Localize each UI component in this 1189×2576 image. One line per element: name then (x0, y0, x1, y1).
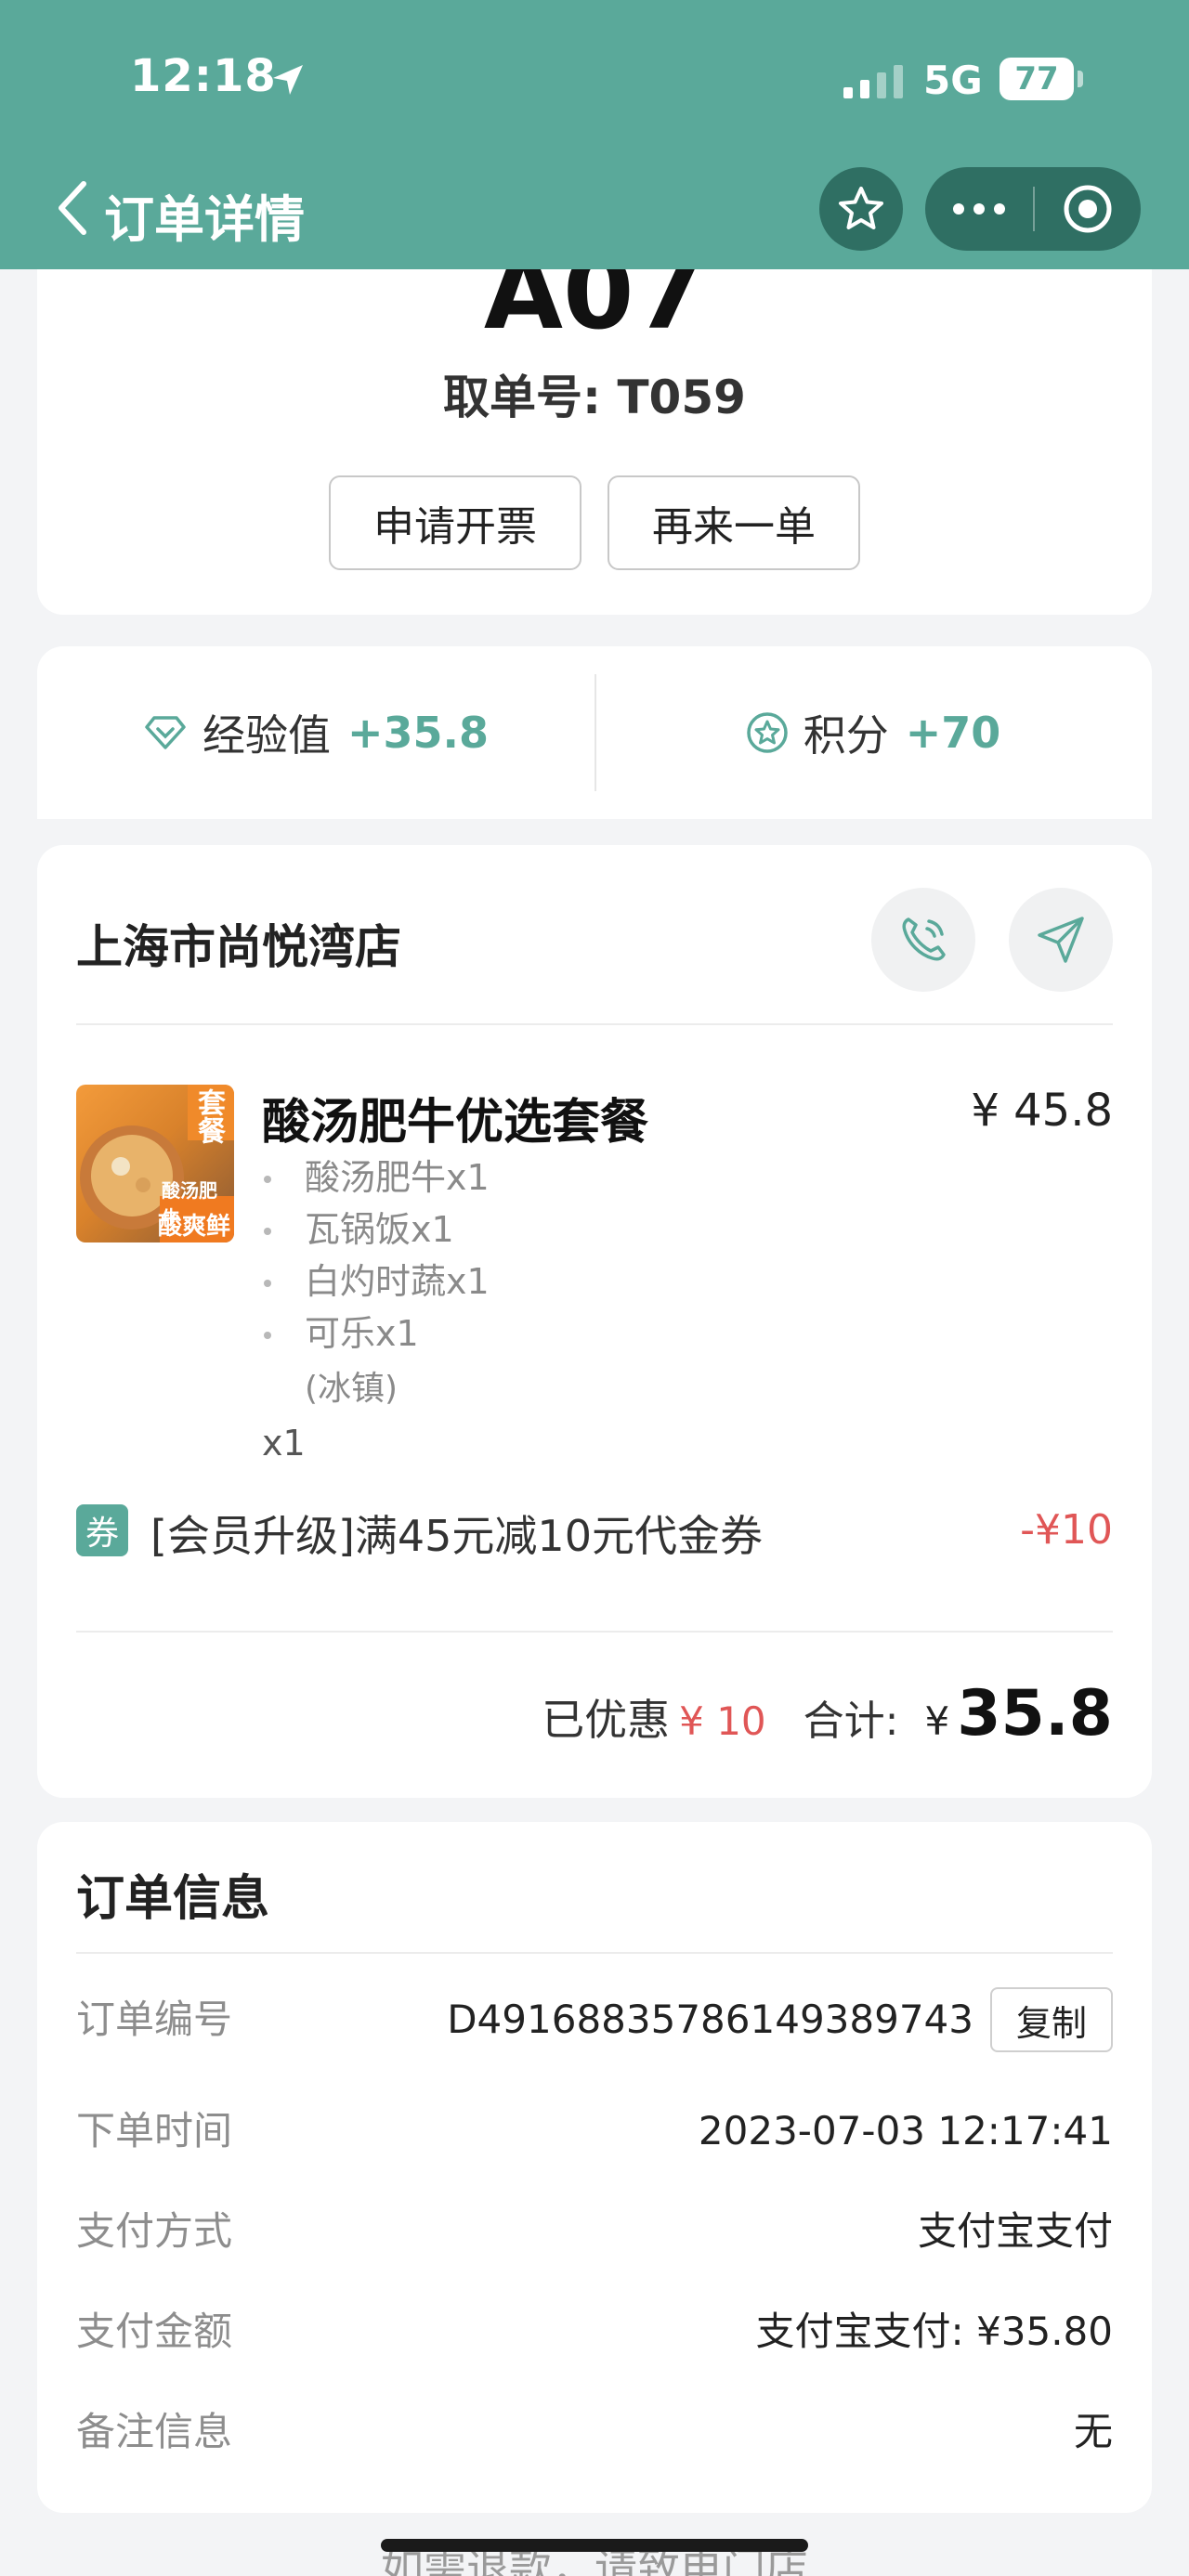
item-price: ¥ 45.8 (971, 1085, 1113, 1137)
divider (76, 1952, 1113, 1954)
item-image: 套餐 酸汤肥牛 酸爽鲜 (76, 1085, 234, 1242)
pickup-number: 取单号: T059 (443, 371, 746, 424)
sub-item: 白灼时蔬x1 (262, 1255, 490, 1308)
payment-amount-value: 支付宝支付: ¥35.80 (755, 2309, 1113, 2354)
discount-label: 已优惠 (542, 1695, 671, 1745)
favorite-button[interactable] (819, 167, 903, 251)
divider (76, 1023, 1113, 1025)
score-points: 积分 +70 (594, 646, 1152, 819)
star-icon (839, 187, 883, 229)
battery-tip (1078, 71, 1083, 87)
page-title: 订单详情 (104, 190, 305, 249)
location-arrow-icon (273, 65, 303, 95)
order-time-row: 下单时间 2023-07-03 12:17:41 (76, 2099, 1113, 2164)
send-arrow-icon (1038, 917, 1084, 963)
invoice-button[interactable]: 申请开票 (329, 475, 581, 570)
top-bar: 12:18 5G 77 订单详情 (0, 0, 1189, 269)
more-button[interactable] (925, 167, 1033, 251)
points-card: 经验值 +35.8 积分 +70 (37, 646, 1152, 819)
sub-item: 可乐x1 (262, 1308, 490, 1360)
store-name: 上海市尚悦湾店 (76, 920, 401, 974)
target-icon (1064, 185, 1112, 233)
more-dots-icon (953, 203, 1005, 215)
status-time: 12:18 (130, 50, 277, 102)
battery-indicator: 77 (1000, 58, 1074, 100)
total-currency: ¥ (924, 1698, 950, 1744)
remark-label: 备注信息 (76, 2409, 233, 2454)
payment-amount-row: 支付金额 支付宝支付: ¥35.80 (76, 2299, 1113, 2364)
item-image-caption2: 酸爽鲜 (158, 1213, 231, 1241)
exp-value: +35.8 (346, 708, 490, 758)
exp-label: 经验值 (202, 710, 331, 761)
sub-item-note: (冰镇) (305, 1370, 399, 1408)
order-number-value: D49168835786149389743 (447, 1997, 973, 2042)
discount-value: ¥ 10 (679, 1698, 766, 1744)
remark-value: 无 (1073, 2409, 1113, 2454)
order-info-card: 订单信息 订单编号 D49168835786149389743 复制 下单时间 … (37, 1822, 1152, 2513)
navigate-store-button[interactable] (1009, 888, 1113, 992)
diamond-icon (145, 716, 186, 749)
payment-amount-label: 支付金额 (76, 2309, 233, 2354)
order-items-card: 上海市尚悦湾店 套餐 酸汤肥牛 酸爽鲜 酸汤肥牛优选套餐 ¥ 45.8 酸汤肥牛… (37, 845, 1152, 1798)
total-label: 合计: (803, 1698, 899, 1745)
item-quantity: x1 (262, 1423, 306, 1464)
network-label: 5G (923, 58, 983, 103)
sub-item: 酸汤肥牛x1 (262, 1151, 490, 1203)
coupon-badge: 券 (76, 1504, 128, 1556)
score-value: +70 (905, 708, 1001, 758)
total-row: 已优惠 ¥ 10 合计: ¥ 35.8 (542, 1677, 1113, 1750)
copy-button[interactable]: 复制 (990, 1987, 1113, 2052)
coupon-amount: -¥10 (1020, 1506, 1113, 1554)
order-number-label: 订单编号 (76, 1997, 233, 2042)
exp-points: 经验值 +35.8 (37, 646, 594, 819)
order-time-value: 2023-07-03 12:17:41 (698, 2108, 1113, 2153)
payment-method-value: 支付宝支付 (917, 2208, 1113, 2254)
reorder-button[interactable]: 再来一单 (608, 475, 860, 570)
order-time-label: 下单时间 (76, 2108, 233, 2153)
item-name: 酸汤肥牛优选套餐 (262, 1095, 649, 1151)
close-mini-program-button[interactable] (1035, 167, 1141, 251)
divider (76, 1631, 1113, 1633)
payment-method-label: 支付方式 (76, 2208, 233, 2254)
item-image-badge: 套餐 (192, 1088, 225, 1144)
item-sub-list: 酸汤肥牛x1 瓦锅饭x1 白灼时蔬x1 可乐x1 (262, 1151, 490, 1360)
phone-icon (902, 917, 946, 961)
remark-row: 备注信息 无 (76, 2400, 1113, 2465)
order-number-row: 订单编号 D49168835786149389743 复制 (76, 1987, 1113, 2052)
score-label: 积分 (803, 710, 889, 761)
call-store-button[interactable] (871, 888, 975, 992)
payment-method-row: 支付方式 支付宝支付 (76, 2199, 1113, 2264)
total-value: 35.8 (957, 1677, 1113, 1750)
coupon-text: [会员升级]满45元减10元代金券 (150, 1511, 763, 1561)
mini-program-capsule (925, 167, 1141, 251)
sub-item: 瓦锅饭x1 (262, 1203, 490, 1255)
signal-icon (843, 65, 903, 98)
home-indicator[interactable] (381, 2539, 808, 2552)
back-chevron-icon[interactable] (52, 178, 93, 238)
star-circle-icon (746, 712, 788, 753)
order-info-title: 订单信息 (76, 1871, 270, 1927)
